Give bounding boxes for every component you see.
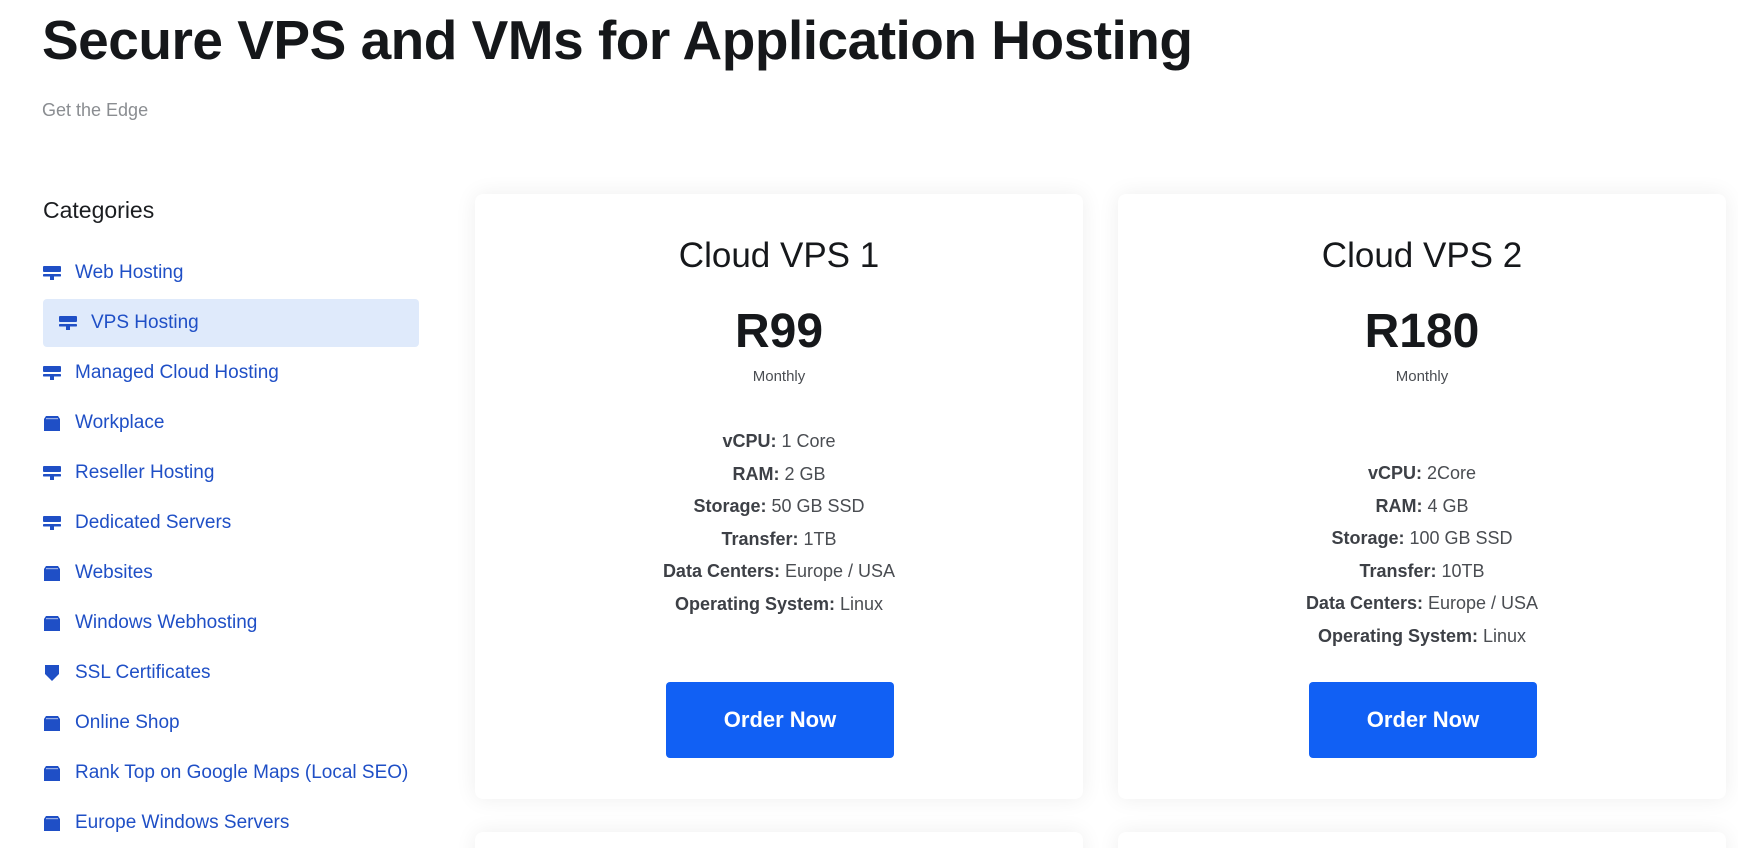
spec-ram: RAM: 4 GB [1118, 490, 1726, 523]
spec-value: 100 GB SSD [1404, 528, 1513, 548]
spec-data-centers: Data Centers: Europe / USA [1118, 587, 1726, 620]
sidebar-item-label: Websites [75, 562, 153, 583]
order-now-button[interactable]: Order Now [666, 682, 894, 758]
sidebar-item-label: Managed Cloud Hosting [75, 362, 279, 383]
sidebar-item-label: Workplace [75, 412, 165, 433]
spec-value: 50 GB SSD [766, 496, 865, 516]
spec-label: Storage: [1331, 528, 1405, 548]
spec-ram: RAM: 2 GB [475, 458, 1083, 491]
box-icon [43, 765, 61, 781]
category-list: Web Hosting VPS Hosting Managed Cloud Host… [43, 249, 419, 847]
spec-operating-system: Operating System: Linux [1118, 620, 1726, 653]
sidebar-item-workplace[interactable]: Workplace [43, 399, 419, 447]
plan-specs: vCPU: 1 Core RAM: 2 GB Storage: 50 GB SS… [475, 425, 1083, 620]
spec-data-centers: Data Centers: Europe / USA [475, 555, 1083, 588]
spec-vcpu: vCPU: 2Core [1118, 457, 1726, 490]
spec-storage: Storage: 100 GB SSD [1118, 522, 1726, 555]
server-icon [43, 265, 61, 281]
sidebar-item-label: Rank Top on Google Maps (Local SEO) [75, 762, 409, 783]
spec-storage: Storage: 50 GB SSD [475, 490, 1083, 523]
sidebar-item-ssl-certificates[interactable]: SSL Certificates [43, 649, 419, 697]
spec-label: RAM: [1375, 495, 1423, 516]
spec-label: vCPU: [1367, 463, 1422, 483]
sidebar-item-vps-hosting[interactable]: VPS Hosting [43, 299, 419, 347]
spec-label: Data Centers: [1305, 593, 1423, 613]
server-icon [43, 365, 61, 381]
sidebar-item-label: Reseller Hosting [75, 462, 215, 483]
spec-value: Linux [835, 593, 884, 614]
plan-card-cloud-vps-2: Cloud VPS 2 R180 Monthly vCPU: 2Core RAM… [1118, 194, 1726, 799]
spec-value: Linux [1478, 625, 1527, 646]
plan-period: Monthly [1395, 368, 1449, 385]
plan-card-cloud-vps-1: Cloud VPS 1 R99 Monthly vCPU: 1 Core RAM… [475, 194, 1083, 799]
spec-label: Operating System: [1317, 625, 1478, 646]
sidebar-item-dedicated-servers[interactable]: Dedicated Servers [43, 499, 419, 547]
shield-icon [43, 665, 61, 681]
sidebar-item-europe-windows-servers[interactable]: Europe Windows Servers [43, 799, 419, 847]
box-icon [43, 615, 61, 631]
sidebar-item-windows-webhosting[interactable]: Windows Webhosting [43, 599, 419, 647]
server-icon [43, 515, 61, 531]
plan-name: Cloud VPS 2 [1321, 236, 1523, 275]
sidebar-item-label: Europe Windows Servers [75, 812, 290, 833]
spec-transfer: Transfer: 1TB [475, 523, 1083, 556]
plan-price: R180 [1364, 305, 1480, 358]
spec-value: 10TB [1436, 560, 1485, 581]
spec-value: 2Core [1421, 463, 1477, 483]
plan-card-next-1 [475, 832, 1083, 848]
sidebar-item-label: SSL Certificates [75, 662, 211, 683]
sidebar-item-label: Windows Webhosting [75, 612, 258, 633]
spec-transfer: Transfer: 10TB [1118, 555, 1726, 588]
plan-name: Cloud VPS 1 [678, 236, 880, 275]
plan-specs: vCPU: 2Core RAM: 4 GB Storage: 100 GB SS… [1118, 457, 1726, 652]
spec-label: Transfer: [721, 528, 799, 549]
categories-sidebar: Categories Web Hosting VPS Hosting Managed… [43, 193, 419, 848]
sidebar-heading: Categories [43, 197, 155, 223]
spec-value: Europe / USA [779, 561, 896, 581]
sidebar-item-managed-cloud-hosting[interactable]: Managed Cloud Hosting [43, 349, 419, 397]
sidebar-item-online-shop[interactable]: Online Shop [43, 699, 419, 747]
page-title: Secure VPS and VMs for Application Hosti… [42, 9, 1193, 71]
spec-label: RAM: [732, 463, 780, 484]
box-icon [43, 565, 61, 581]
spec-value: 1TB [798, 528, 837, 549]
plan-price: R99 [734, 305, 824, 358]
sidebar-item-websites[interactable]: Websites [43, 549, 419, 597]
spec-value: 4 GB [1422, 495, 1469, 516]
sidebar-item-rank-top-on-google-maps-local-seo[interactable]: Rank Top on Google Maps (Local SEO) [43, 749, 419, 797]
box-icon [43, 715, 61, 731]
server-icon [59, 315, 77, 331]
plan-card-next-2 [1118, 832, 1726, 848]
page: Secure VPS and VMs for Application Hosti… [0, 0, 1738, 848]
spec-value: 1 Core [776, 431, 836, 451]
page-subtitle: Get the Edge [42, 100, 149, 120]
order-now-button[interactable]: Order Now [1309, 682, 1537, 758]
spec-label: vCPU: [722, 431, 777, 451]
spec-operating-system: Operating System: Linux [475, 588, 1083, 621]
spec-label: Storage: [693, 496, 767, 516]
sidebar-item-label: Web Hosting [75, 262, 184, 283]
box-icon [43, 415, 61, 431]
spec-label: Transfer: [1359, 560, 1437, 581]
sidebar-item-label: Online Shop [75, 712, 180, 733]
box-icon [43, 815, 61, 831]
spec-value: 2 GB [779, 463, 826, 484]
sidebar-item-label: Dedicated Servers [75, 512, 232, 533]
server-icon [43, 465, 61, 481]
spec-value: Europe / USA [1422, 593, 1539, 613]
sidebar-item-label: VPS Hosting [91, 312, 199, 333]
sidebar-item-reseller-hosting[interactable]: Reseller Hosting [43, 449, 419, 497]
plan-period: Monthly [752, 368, 806, 385]
sidebar-item-web-hosting[interactable]: Web Hosting [43, 249, 419, 297]
spec-vcpu: vCPU: 1 Core [475, 425, 1083, 458]
spec-label: Operating System: [674, 593, 835, 614]
spec-label: Data Centers: [662, 561, 780, 581]
